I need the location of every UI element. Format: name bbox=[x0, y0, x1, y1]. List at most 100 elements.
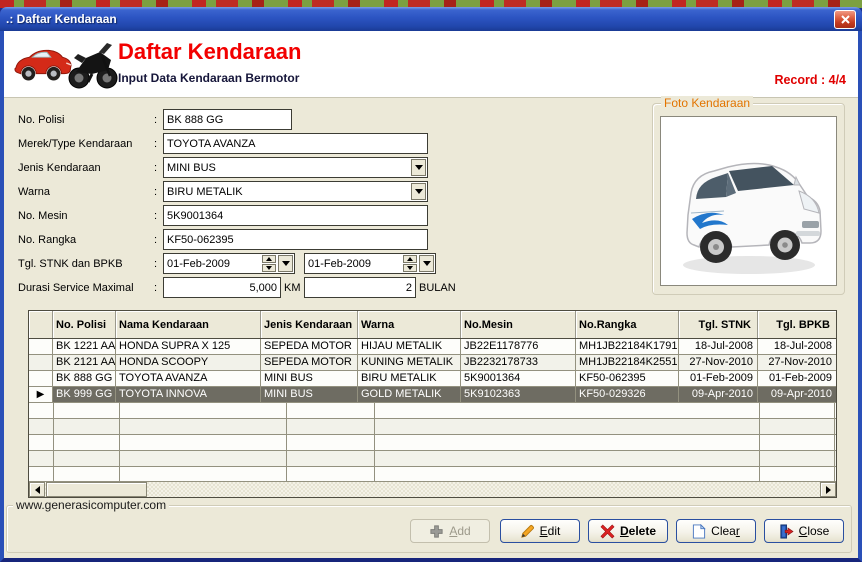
column-header-nama-kendaraan[interactable]: Nama Kendaraan bbox=[116, 311, 261, 338]
delete-button[interactable]: Delete bbox=[588, 519, 668, 543]
durasi-km-input[interactable] bbox=[163, 277, 281, 298]
cell-no-polisi: BK 888 GG bbox=[53, 371, 116, 386]
arrow-right-icon bbox=[826, 486, 831, 494]
warna-label: Warna bbox=[18, 186, 148, 198]
cell-warna: GOLD METALIK bbox=[358, 387, 461, 402]
table-row[interactable]: BK 888 GG TOYOTA AVANZA MINI BUS BIRU ME… bbox=[29, 371, 836, 387]
row-selector[interactable] bbox=[29, 371, 53, 386]
warna-combo[interactable]: BIRU METALIK bbox=[163, 181, 428, 202]
motorcycle-icon bbox=[66, 36, 120, 95]
edit-button[interactable]: Edit bbox=[500, 519, 580, 543]
column-header-tgl-bpkb[interactable]: Tgl. BPKB bbox=[758, 311, 836, 338]
cell-no-mesin: JB2232178733 bbox=[461, 355, 576, 370]
column-header-warna[interactable]: Warna bbox=[358, 311, 461, 338]
page-title: Daftar Kendaraan bbox=[118, 39, 301, 65]
gridline bbox=[374, 403, 375, 481]
tgl-stnk-value: 01-Feb-2009 bbox=[164, 258, 262, 270]
cell-jenis-kendaraan: MINI BUS bbox=[261, 387, 358, 402]
cell-nama-kendaraan: HONDA SCOOPY bbox=[116, 355, 261, 370]
cell-no-mesin: JB22E1178776 bbox=[461, 339, 576, 354]
form-row-no-polisi: No. Polisi : bbox=[18, 109, 292, 130]
jenis-dropdown-button[interactable] bbox=[411, 159, 426, 176]
grid-empty-area bbox=[29, 403, 836, 481]
column-header-no-polisi[interactable]: No. Polisi bbox=[53, 311, 116, 338]
tgl-bpkb-dropdown-button[interactable] bbox=[419, 255, 434, 272]
column-header-no-mesin[interactable]: No.Mesin bbox=[461, 311, 576, 338]
cell-no-polisi: BK 999 GG bbox=[53, 387, 116, 402]
table-row[interactable]: BK 1221 AAS HONDA SUPRA X 125 SEPEDA MOT… bbox=[29, 339, 836, 355]
spin-down-button[interactable] bbox=[403, 264, 417, 272]
row-selector[interactable] bbox=[29, 355, 53, 370]
row-selector bbox=[29, 467, 54, 482]
jenis-kendaraan-combo[interactable]: MINI BUS bbox=[163, 157, 428, 178]
tgl-bpkb-spinner[interactable] bbox=[403, 255, 417, 272]
tgl-stnk-dropdown-button[interactable] bbox=[278, 255, 293, 272]
cell-tgl-bpkb: 18-Jul-2008 bbox=[758, 339, 836, 354]
form-row-no-rangka: No. Rangka : bbox=[18, 229, 428, 250]
cell-jenis-kendaraan: SEPEDA MOTOR bbox=[261, 339, 358, 354]
form-row-warna: Warna : BIRU METALIK bbox=[18, 181, 428, 202]
cell-warna: BIRU METALIK bbox=[358, 371, 461, 386]
row-selector bbox=[29, 403, 54, 418]
gridline bbox=[286, 403, 287, 481]
form-row-jenis: Jenis Kendaraan : MINI BUS bbox=[18, 157, 428, 178]
horizontal-scrollbar[interactable] bbox=[29, 481, 836, 497]
spin-up-icon bbox=[407, 257, 413, 261]
scroll-left-button[interactable] bbox=[29, 482, 45, 497]
warna-dropdown-button[interactable] bbox=[411, 183, 426, 200]
spin-down-button[interactable] bbox=[262, 264, 276, 272]
merek-type-input[interactable] bbox=[163, 133, 428, 154]
bulan-unit-label: BULAN bbox=[419, 282, 459, 294]
cell-nama-kendaraan: TOYOTA AVANZA bbox=[116, 371, 261, 386]
cell-jenis-kendaraan: SEPEDA MOTOR bbox=[261, 355, 358, 370]
cell-warna: KUNING METALIK bbox=[358, 355, 461, 370]
durasi-bulan-input[interactable] bbox=[304, 277, 416, 298]
tgl-bpkb-value: 01-Feb-2009 bbox=[305, 258, 403, 270]
row-selector bbox=[29, 451, 54, 466]
form-row-no-mesin: No. Mesin : bbox=[18, 205, 428, 226]
cell-no-polisi: BK 2121 AAZ bbox=[53, 355, 116, 370]
client-area: Daftar Kendaraan Input Data Kendaraan Be… bbox=[4, 31, 858, 558]
no-polisi-input[interactable] bbox=[163, 109, 292, 130]
chevron-down-icon bbox=[415, 189, 423, 194]
scrollbar-thumb[interactable] bbox=[46, 482, 147, 497]
column-header-jenis-kendaraan[interactable]: Jenis Kendaraan bbox=[261, 311, 358, 338]
clear-button[interactable]: Clear bbox=[676, 519, 756, 543]
no-mesin-input[interactable] bbox=[163, 205, 428, 226]
column-header-no-rangka[interactable]: No.Rangka bbox=[576, 311, 679, 338]
km-unit-label: KM bbox=[284, 282, 304, 294]
cell-nama-kendaraan: HONDA SUPRA X 125 bbox=[116, 339, 261, 354]
row-selector[interactable] bbox=[29, 339, 53, 354]
close-form-button[interactable]: Close bbox=[764, 519, 844, 543]
tgl-stnk-spinner[interactable] bbox=[262, 255, 276, 272]
no-polisi-label: No. Polisi bbox=[18, 114, 148, 126]
spin-up-button[interactable] bbox=[262, 255, 276, 263]
form-row-durasi: Durasi Service Maximal : KM BULAN bbox=[18, 277, 459, 298]
spin-up-icon bbox=[266, 257, 272, 261]
row-selector[interactable]: ▶ bbox=[29, 387, 53, 402]
close-button[interactable] bbox=[834, 10, 856, 29]
cell-no-rangka: MH1JB22184K179129 bbox=[576, 339, 679, 354]
add-button[interactable]: Add bbox=[410, 519, 490, 543]
empty-row bbox=[29, 451, 836, 467]
grid-header: No. Polisi Nama Kendaraan Jenis Kendaraa… bbox=[29, 311, 836, 339]
app-window: .: Daftar Kendaraan bbox=[0, 7, 862, 562]
no-rangka-input[interactable] bbox=[163, 229, 428, 250]
cell-no-rangka: MH1JB22184K255121 bbox=[576, 355, 679, 370]
row-selector bbox=[29, 419, 54, 434]
scroll-right-button[interactable] bbox=[820, 482, 836, 497]
merek-label: Merek/Type Kendaraan bbox=[18, 138, 148, 150]
form-row-tgl: Tgl. STNK dan BPKB : 01-Feb-2009 01-Feb-… bbox=[18, 253, 436, 274]
spin-up-button[interactable] bbox=[403, 255, 417, 263]
page-subtitle: Input Data Kendaraan Bermotor bbox=[118, 71, 299, 85]
column-header-tgl-stnk[interactable]: Tgl. STNK bbox=[679, 311, 758, 338]
no-mesin-label: No. Mesin bbox=[18, 210, 148, 222]
tgl-stnk-date[interactable]: 01-Feb-2009 bbox=[163, 253, 295, 274]
table-row[interactable]: BK 2121 AAZ HONDA SCOOPY SEPEDA MOTOR KU… bbox=[29, 355, 836, 371]
title-bar[interactable]: .: Daftar Kendaraan bbox=[0, 7, 862, 31]
table-row-selected[interactable]: ▶ BK 999 GG TOYOTA INNOVA MINI BUS GOLD … bbox=[29, 387, 836, 403]
selected-row-arrow-icon: ▶ bbox=[37, 389, 45, 400]
exit-door-icon bbox=[779, 524, 794, 539]
tgl-bpkb-date[interactable]: 01-Feb-2009 bbox=[304, 253, 436, 274]
chevron-down-icon bbox=[415, 165, 423, 170]
